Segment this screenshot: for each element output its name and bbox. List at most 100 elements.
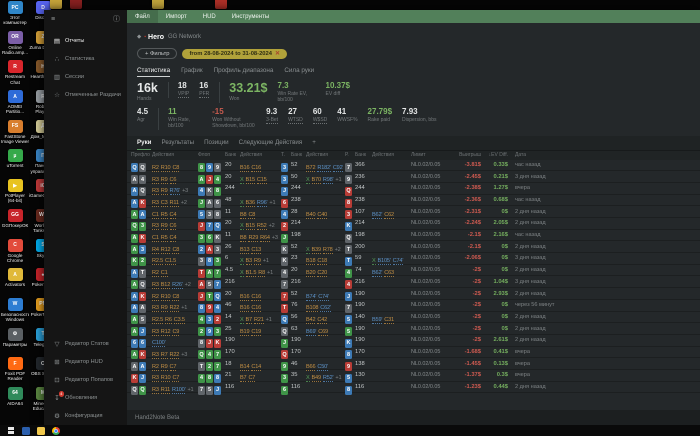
stat-3-Bet: 9.3 3-Bet bbox=[266, 107, 279, 125]
sidebar-collapse-icon[interactable]: ≡ bbox=[51, 16, 55, 23]
chrome[interactable] bbox=[52, 426, 60, 435]
winnings: -1.45$ bbox=[464, 360, 481, 367]
desktop-icon[interactable]: C Google Chrome bbox=[1, 238, 29, 269]
taskbar-app[interactable] bbox=[22, 426, 30, 435]
winnings: -2.36$ bbox=[464, 197, 481, 203]
stat-label-text: Agr bbox=[137, 117, 145, 124]
desktop-icon[interactable]: OR Online Radio.amp... bbox=[1, 30, 29, 61]
turn-pot: 52 bbox=[291, 290, 298, 297]
sidebar-item-Конфигурация[interactable]: ⚙ Конфигурация bbox=[44, 407, 127, 425]
app-icon: A bbox=[7, 90, 23, 104]
start-button[interactable] bbox=[7, 427, 15, 435]
app-icon: C bbox=[7, 238, 23, 252]
action-token: X bbox=[306, 375, 310, 383]
col-header-ev[interactable]: ↓EV Diff. bbox=[483, 152, 508, 158]
stat-Won: 33.21$ Won bbox=[219, 81, 268, 103]
report-tab-Результаты[interactable]: Результаты bbox=[161, 139, 194, 150]
river-pot: 130 bbox=[355, 372, 365, 379]
desktop-icon[interactable]: 64 AIDA64 bbox=[1, 386, 29, 417]
stat-label: Rake paid bbox=[367, 117, 392, 124]
report-tab-Позиции[interactable]: Позиции bbox=[204, 139, 229, 150]
report-tab-+[interactable]: + bbox=[312, 139, 316, 150]
report-tabs: Руки Результаты Позиции Следующие Действия + bbox=[127, 135, 700, 151]
sidebar: ≡ ⓘ ▤ Отчеты ∴ Статистика ▥ Сессии ☆ Отмеченные… bbox=[44, 10, 127, 425]
flop-cards: 75J bbox=[198, 378, 223, 396]
stat-label-text: Rake paid bbox=[367, 117, 391, 124]
sidebar-item-Отмеченные Раздачи[interactable]: ☆ Отмеченные Раздачи bbox=[44, 86, 127, 104]
menu-HUD[interactable]: HUD bbox=[195, 10, 224, 23]
col-header-ra[interactable]: Действия bbox=[372, 152, 409, 158]
col-header-rp[interactable]: Банк bbox=[355, 152, 370, 158]
stat-label: Agr bbox=[137, 117, 148, 124]
stat-value: 11 bbox=[168, 107, 177, 117]
app-icon: FS bbox=[7, 119, 23, 133]
desktop-icon[interactable]: GG GGПокерОК bbox=[1, 208, 29, 239]
winnings: -2.45$ bbox=[464, 173, 481, 180]
date-range-filter[interactable]: from 28-08-2024 to 31-08-2024 ✕ bbox=[182, 48, 287, 59]
sidebar-item-Статистика[interactable]: ∴ Статистика bbox=[44, 50, 127, 68]
limit: NL0.02/0.05 bbox=[411, 360, 441, 367]
add-filter-button[interactable]: + Фильтр bbox=[137, 48, 178, 59]
turn-pot: 244 bbox=[291, 185, 301, 192]
col-header-tp[interactable]: Банк bbox=[291, 152, 304, 158]
stat-value: 60 bbox=[312, 107, 322, 117]
sidebar-item-label: Редактор Попапов bbox=[65, 377, 114, 383]
stat-label-text: Win Rate, bb/100 bbox=[168, 117, 191, 129]
desktop-icon[interactable]: µ uTorrent bbox=[1, 149, 29, 179]
tab-График[interactable]: График bbox=[181, 67, 203, 77]
menu-Файл[interactable]: Файл bbox=[127, 10, 158, 23]
winnings: -2.31$ bbox=[464, 208, 481, 215]
taskbar bbox=[0, 425, 700, 436]
winnings: -2.1$ bbox=[467, 243, 481, 250]
ev-diff: 0.3$ bbox=[496, 372, 508, 379]
action-token: B40 bbox=[306, 211, 316, 219]
menu-Инструменты[interactable]: Инструменты bbox=[224, 10, 277, 23]
sidebar-item-Редактор Попапов[interactable]: ⊡ Редактор Попапов bbox=[44, 371, 127, 389]
sidebar-item-Обновления[interactable]: ↧ 4 Обновления bbox=[44, 389, 127, 407]
desktop-icon[interactable]: A Activators bbox=[1, 268, 29, 298]
app-icon: µ bbox=[7, 149, 23, 163]
desktop-icon[interactable]: ▶ PotPlayer (64-bit) bbox=[1, 179, 29, 209]
tab-Сила руки[interactable]: Сила руки bbox=[284, 67, 314, 77]
report-tab-Следующие Действия[interactable]: Следующие Действия bbox=[239, 139, 303, 150]
flop-pot: 48 bbox=[225, 197, 232, 203]
desktop-icon[interactable]: A AOMEI Partitio... bbox=[1, 90, 29, 120]
tab-Профиль диапазона[interactable]: Профиль диапазона bbox=[214, 67, 274, 77]
player-row[interactable]: ◆ ▪ Hero GG Network bbox=[137, 32, 700, 42]
hand-date: час назад bbox=[515, 197, 541, 203]
desktop-icon-label: AIDA64 bbox=[7, 400, 23, 406]
desktop-icon[interactable]: W Безопасность Windows bbox=[1, 297, 29, 328]
remove-filter-icon[interactable]: ✕ bbox=[275, 51, 280, 57]
card-7s: 7 bbox=[198, 385, 205, 395]
desktop-icon[interactable]: R Restream Chat bbox=[1, 60, 29, 90]
sidebar-item-Отчеты[interactable]: ▤ Отчеты bbox=[44, 32, 127, 50]
desktop-icon[interactable]: F Foxit PDF Reader bbox=[1, 357, 29, 387]
tab-Статистика[interactable]: Статистика bbox=[137, 67, 171, 77]
sidebar-item-Редактор Статов[interactable]: ▽ Редактор Статов bbox=[44, 335, 127, 353]
col-header-fp[interactable]: Банк bbox=[225, 152, 238, 158]
info-icon[interactable]: ⓘ bbox=[113, 14, 120, 24]
app-icon: ⚙ bbox=[7, 327, 23, 341]
menu-Импорт[interactable]: Импорт bbox=[158, 10, 195, 23]
desktop-icon[interactable]: ⚙ Параметры bbox=[1, 327, 29, 358]
sidebar-item-Сессии[interactable]: ▥ Сессии bbox=[44, 68, 127, 86]
stat-W$SD: 60 W$SD bbox=[312, 107, 328, 125]
stat-Win Rate EV, bb/100: 7.3 Win Rate EV, bb/100 bbox=[278, 81, 316, 103]
stat-label-text: Won Without Showdown, bb/100 bbox=[212, 117, 255, 129]
col-header-date[interactable]: Дата bbox=[510, 152, 567, 158]
winnings: -2$ bbox=[472, 302, 481, 309]
sidebar-item-icon: ∴ bbox=[54, 56, 60, 63]
turn-card: 6 bbox=[281, 378, 289, 396]
desktop-icon[interactable]: PC Этот компьютер bbox=[1, 1, 29, 31]
report-tab-Руки[interactable]: Руки bbox=[137, 139, 152, 150]
stat-label: PFR bbox=[199, 90, 210, 98]
action-token: +1 bbox=[267, 270, 273, 277]
sidebar-item-Редактор HUD[interactable]: ⊞ Редактор HUD bbox=[44, 353, 127, 371]
hand-row[interactable]: Q Q R3 R11 R100' +1 7 5 J 116 6 116 8 116 NL0.02/0.05-… bbox=[127, 382, 700, 395]
col-header-win[interactable]: Выигрыш bbox=[455, 152, 481, 158]
desktop-icon[interactable]: FS FastStone Image Viewer bbox=[1, 119, 29, 150]
action-token: B15 bbox=[245, 176, 255, 184]
col-header-lim[interactable]: Лимит bbox=[411, 152, 453, 158]
stat-label: WTSD bbox=[288, 117, 303, 125]
file-explorer[interactable] bbox=[37, 426, 45, 435]
